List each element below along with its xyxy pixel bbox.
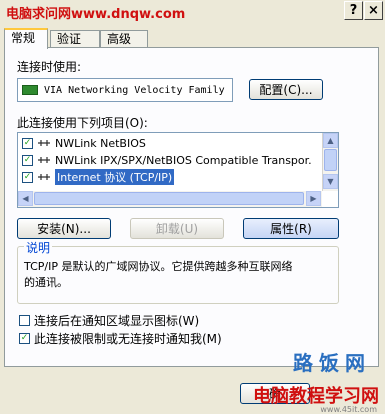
tab-general-label: 常规 (11, 31, 36, 45)
tab-advanced-label: 高级 (107, 32, 132, 46)
list-item-label: Internet 协议 (TCP/IP) (55, 169, 175, 185)
close-icon: × (368, 3, 379, 18)
network-protocol-icon (37, 172, 51, 182)
tab-authentication-label: 验证 (57, 32, 82, 46)
description-text: TCP/IP 是默认的广域网协议。它提供跨越多种互联网络 的通讯。 (24, 259, 292, 291)
show-icon-option[interactable]: 连接后在通知区域显示图标(W) (19, 312, 199, 329)
install-button[interactable]: 安装(N)... (17, 218, 111, 239)
help-button[interactable]: ? (344, 1, 363, 20)
show-icon-option-label: 连接后在通知区域显示图标(W) (34, 314, 200, 328)
horizontal-scroll-thumb[interactable] (34, 192, 304, 205)
scroll-right-icon[interactable]: ▶ (306, 191, 321, 206)
configure-button-label: 配置(C)... (259, 83, 313, 97)
network-protocol-icon (37, 138, 51, 148)
horizontal-scrollbar[interactable]: ◀ ▶ (18, 191, 322, 207)
components-list[interactable]: ✓ NWLink NetBIOS ✓ NWLink IPX/SPX/NetBIO… (17, 132, 339, 208)
description-line: 的通讯。 (24, 276, 68, 289)
components-label: 此连接使用下列项目(O): (17, 116, 148, 130)
properties-button-label: 属性(R) (270, 222, 312, 236)
tab-general[interactable]: 常规 (4, 28, 48, 49)
list-item-selected[interactable]: ✓ Internet 协议 (TCP/IP) (22, 169, 175, 185)
list-item-label: NWLink IPX/SPX/NetBIOS Compatible Transp… (55, 153, 312, 167)
watermark-secondary: 路饭网 (293, 351, 371, 375)
uninstall-button[interactable]: 卸载(U) (130, 218, 224, 239)
scroll-down-icon[interactable]: ▼ (323, 174, 338, 189)
install-button-label: 安装(N)... (37, 222, 91, 236)
description-group: 说明 TCP/IP 是默认的广域网协议。它提供跨越多种互联网络 的通讯。 (17, 239, 339, 304)
vertical-scroll-thumb[interactable] (324, 149, 337, 171)
list-item[interactable]: ✓ NWLink NetBIOS (22, 135, 146, 151)
list-item-label: NWLink NetBIOS (55, 136, 146, 150)
vertical-scrollbar[interactable]: ▲ ▼ (322, 133, 338, 191)
adapter-field: VIA Networking Velocity Family (17, 78, 233, 102)
checkbox[interactable]: ✓ (22, 154, 33, 166)
description-title: 说明 (24, 239, 53, 256)
scroll-left-icon[interactable]: ◀ (18, 191, 33, 206)
notify-limited-option[interactable]: ✓ 此连接被限制或无连接时通知我(M) (19, 330, 222, 347)
watermark-text: 电脑求问网www.dnqw.com (6, 7, 186, 22)
checkbox[interactable]: ✓ (22, 137, 33, 149)
tab-advanced[interactable]: 高级 (100, 30, 148, 48)
uninstall-button-label: 卸载(U) (155, 222, 199, 236)
checkbox[interactable]: ✓ (22, 171, 33, 183)
connect-using-label: 连接时使用: (17, 60, 82, 74)
checkbox[interactable] (19, 315, 30, 326)
tab-authentication[interactable]: 验证 (50, 30, 100, 48)
properties-button[interactable]: 属性(R) (243, 218, 339, 239)
network-protocol-icon (37, 155, 51, 165)
configure-button[interactable]: 配置(C)... (249, 79, 323, 100)
notify-limited-option-label: 此连接被限制或无连接时通知我(M) (34, 332, 222, 346)
scroll-up-icon[interactable]: ▲ (323, 133, 338, 148)
network-card-icon (22, 85, 38, 95)
title-bar: 电脑求问网www.dnqw.com ? × (0, 0, 385, 24)
tab-panel: 连接时使用: VIA Networking Velocity Family 配置… (4, 47, 379, 367)
watermark-url: www.45it.com (320, 405, 377, 414)
help-icon: ? (349, 3, 358, 18)
list-item[interactable]: ✓ NWLink IPX/SPX/NetBIOS Compatible Tran… (22, 152, 312, 168)
checkbox[interactable]: ✓ (19, 333, 30, 344)
adapter-name: VIA Networking Velocity Family (44, 84, 225, 96)
close-button[interactable]: × (364, 1, 383, 20)
description-line: TCP/IP 是默认的广域网协议。它提供跨越多种互联网络 (24, 260, 293, 273)
